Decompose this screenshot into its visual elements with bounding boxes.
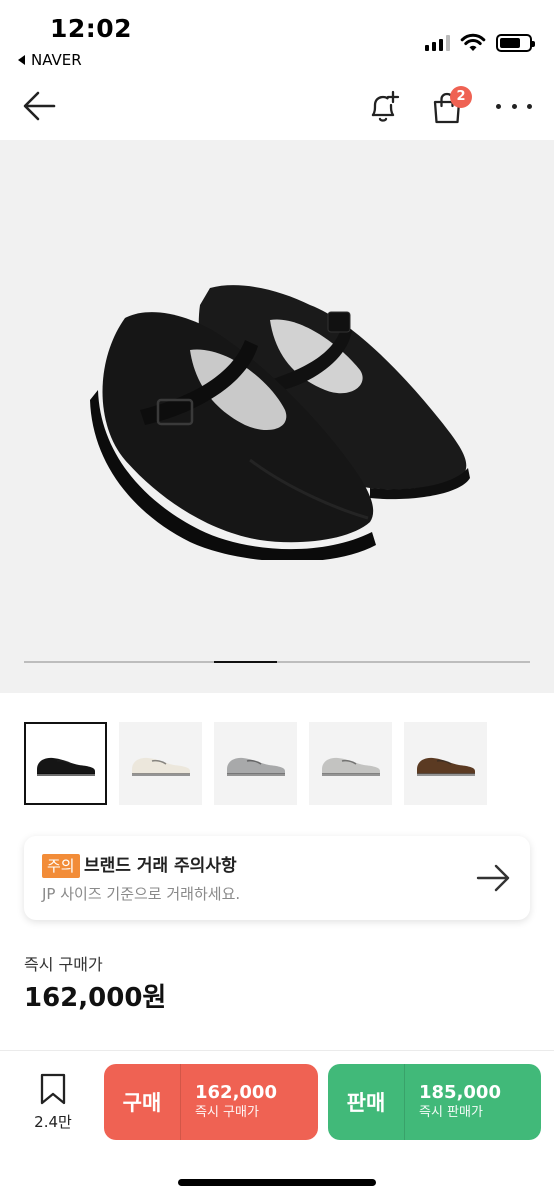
product-image-black-mary-jane-shoes bbox=[90, 285, 470, 560]
color-thumbnail-5[interactable] bbox=[404, 722, 487, 805]
notice-description: JP 사이즈 기준으로 거래하세요. bbox=[42, 885, 241, 903]
color-thumbnail-1[interactable] bbox=[24, 722, 107, 805]
more-options-icon[interactable] bbox=[496, 96, 532, 116]
arrow-right-icon[interactable] bbox=[474, 860, 514, 896]
bookmark-icon bbox=[40, 1073, 66, 1105]
sell-button[interactable]: 판매 185,000 즉시 판매가 bbox=[328, 1064, 541, 1140]
product-image-carousel[interactable] bbox=[0, 140, 554, 693]
sell-label: 판매 bbox=[346, 1091, 386, 1115]
brand-notice-card[interactable]: 주의 브랜드 거래 주의사항 JP 사이즈 기준으로 거래하세요. bbox=[24, 836, 530, 920]
sell-sub-label: 즉시 판매가 bbox=[419, 1105, 483, 1120]
signal-icon bbox=[425, 35, 450, 51]
buy-label: 구매 bbox=[122, 1091, 162, 1115]
shoe-thumbnail-image bbox=[131, 757, 190, 776]
buy-price: 162,000 bbox=[195, 1082, 277, 1103]
notification-bell-add-icon[interactable] bbox=[364, 88, 402, 126]
sell-price: 185,000 bbox=[419, 1082, 501, 1103]
status-bar: 12:02 NAVER bbox=[0, 0, 554, 72]
instant-buy-price-value: 162,000원 bbox=[24, 983, 167, 1013]
back-arrow-icon[interactable] bbox=[20, 88, 60, 124]
back-to-app-button[interactable]: NAVER bbox=[18, 51, 82, 69]
shoe-thumbnail-image bbox=[321, 757, 380, 776]
system-icons bbox=[425, 33, 535, 53]
color-thumbnail-3[interactable] bbox=[214, 722, 297, 805]
shoe-thumbnail-image bbox=[226, 757, 285, 776]
cart-count-badge: 2 bbox=[450, 86, 472, 108]
back-triangle-icon bbox=[18, 55, 25, 65]
carousel-progress-indicator bbox=[213, 661, 277, 663]
status-time: 12:02 bbox=[50, 14, 133, 43]
bottom-action-bar: 2.4만 구매 162,000 즉시 구매가 판매 185,000 즉시 판매가 bbox=[0, 1051, 554, 1200]
wishlist-count: 2.4만 bbox=[34, 1113, 72, 1131]
buy-sub-label: 즉시 구매가 bbox=[195, 1105, 259, 1120]
cart-button[interactable]: 2 bbox=[428, 86, 472, 126]
color-thumbnail-2[interactable] bbox=[119, 722, 202, 805]
instant-buy-price-label: 즉시 구매가 bbox=[24, 955, 103, 974]
shoe-thumbnail-image bbox=[416, 757, 475, 776]
wifi-icon bbox=[460, 33, 486, 51]
top-nav-bar: 2 bbox=[0, 72, 554, 140]
shoe-thumbnail-image bbox=[36, 757, 95, 776]
buy-button[interactable]: 구매 162,000 즉시 구매가 bbox=[104, 1064, 318, 1140]
color-variant-thumbnails bbox=[24, 722, 487, 805]
home-indicator[interactable] bbox=[178, 1179, 376, 1186]
color-thumbnail-4[interactable] bbox=[309, 722, 392, 805]
back-app-label: NAVER bbox=[31, 51, 82, 69]
notice-title: 브랜드 거래 주의사항 bbox=[84, 856, 237, 876]
notice-tag: 주의 bbox=[42, 854, 80, 878]
wishlist-button[interactable]: 2.4만 bbox=[24, 1073, 82, 1133]
battery-icon bbox=[496, 34, 535, 52]
carousel-progress-track bbox=[24, 661, 530, 663]
